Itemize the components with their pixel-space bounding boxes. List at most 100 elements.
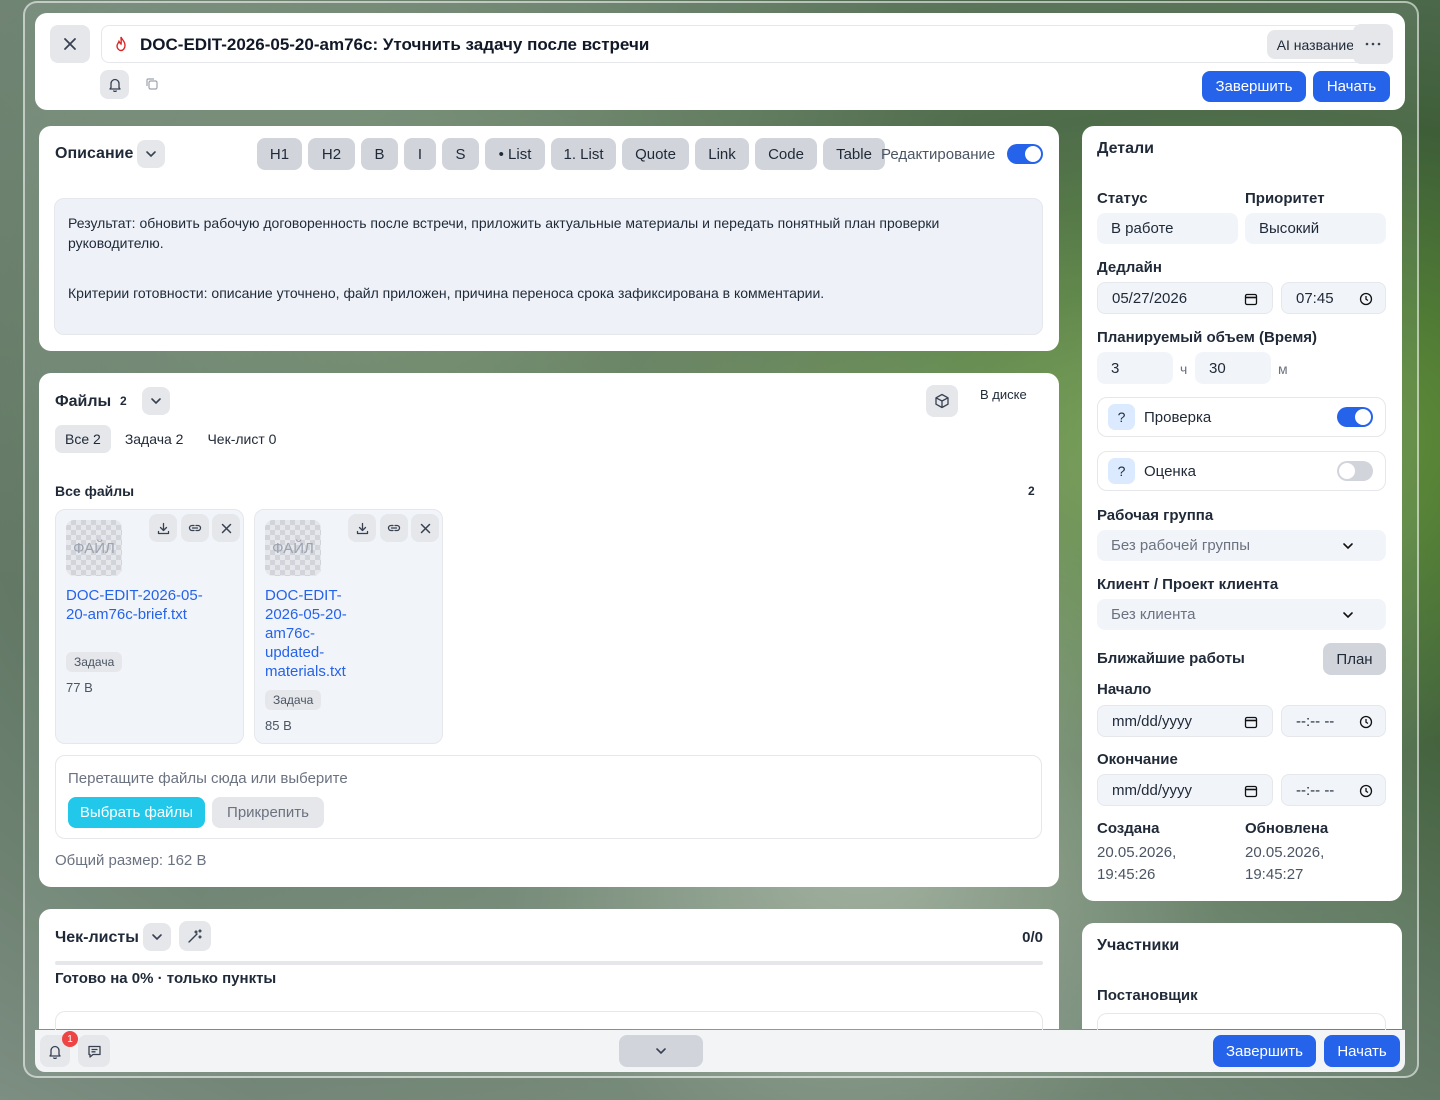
tab-all-files[interactable]: Все 2 bbox=[55, 425, 111, 453]
file-name-link[interactable]: DOC-EDIT-2026-05-20-am76c-brief.txt bbox=[66, 586, 206, 624]
files-panel: Файлы 2 В диске Все 2 Задача 2 Чек-лист … bbox=[39, 373, 1059, 887]
toolbar-h2-button[interactable]: H2 bbox=[308, 138, 355, 170]
toolbar-quote-button[interactable]: Quote bbox=[622, 138, 689, 170]
description-title: Описание bbox=[55, 145, 134, 162]
nearest-work-label: Ближайшие работы bbox=[1097, 650, 1245, 667]
magic-wand-icon bbox=[188, 929, 202, 943]
copy-link-button[interactable] bbox=[380, 514, 408, 542]
checklists-collapse-button[interactable] bbox=[143, 923, 171, 951]
disk-button[interactable] bbox=[926, 385, 958, 417]
notification-badge: 1 bbox=[62, 1031, 78, 1047]
file-dropzone[interactable]: Перетащите файлы сюда или выберите Выбра… bbox=[55, 755, 1042, 839]
all-files-heading: Все файлы bbox=[55, 483, 135, 499]
link-icon bbox=[188, 524, 202, 532]
details-title: Детали bbox=[1097, 140, 1155, 157]
toolbar-code-button[interactable]: Code bbox=[755, 138, 817, 170]
deadline-label: Дедлайн bbox=[1097, 259, 1162, 276]
copy-button[interactable] bbox=[145, 77, 159, 91]
ai-name-button[interactable]: AI название bbox=[1266, 30, 1364, 59]
end-time-input[interactable]: --:-- -- bbox=[1281, 774, 1386, 806]
description-paragraph: Критерии готовности: описание уточнено, … bbox=[68, 285, 825, 301]
client-value: Без клиента bbox=[1111, 606, 1196, 623]
bell-icon bbox=[108, 78, 121, 92]
group-value: Без рабочей группы bbox=[1111, 537, 1251, 554]
description-editor[interactable]: Результат: обновить рабочую договореннос… bbox=[54, 198, 1043, 335]
created-label: Создана bbox=[1097, 820, 1160, 837]
toolbar-table-button[interactable]: Table bbox=[823, 138, 885, 170]
check-option-row: ? Проверка bbox=[1097, 397, 1386, 437]
remove-file-button[interactable] bbox=[411, 514, 439, 542]
ai-generate-button[interactable] bbox=[179, 921, 211, 951]
checklists-counter: 0/0 bbox=[1022, 929, 1043, 946]
calendar-icon bbox=[1244, 716, 1258, 729]
deadline-time-input[interactable]: 07:45 bbox=[1281, 282, 1386, 314]
toolbar-bold-button[interactable]: B bbox=[361, 138, 398, 170]
rating-toggle[interactable] bbox=[1337, 461, 1373, 481]
bottom-bar: 1 Завершить Начать bbox=[35, 1030, 1405, 1072]
start-date-input[interactable]: mm/dd/yyyy bbox=[1097, 705, 1273, 737]
tab-task-files[interactable]: Задача 2 bbox=[115, 425, 194, 453]
tab-checklist-files[interactable]: Чек-лист 0 bbox=[197, 425, 286, 453]
toolbar-link-button[interactable]: Link bbox=[695, 138, 749, 170]
close-button[interactable] bbox=[50, 25, 90, 63]
volume-label: Планируемый объем (Время) bbox=[1097, 329, 1318, 346]
more-button[interactable] bbox=[1353, 24, 1393, 64]
deadline-date-input[interactable]: 05/27/2026 bbox=[1097, 282, 1273, 314]
download-icon bbox=[157, 522, 169, 534]
toolbar-h1-button[interactable]: H1 bbox=[257, 138, 302, 170]
plan-button[interactable]: План bbox=[1323, 643, 1386, 675]
chevron-down-icon bbox=[151, 398, 161, 405]
start-button-top[interactable]: Начать bbox=[1313, 71, 1390, 102]
rating-label: Оценка bbox=[1144, 463, 1196, 480]
end-time-value: --:-- -- bbox=[1296, 781, 1335, 799]
group-select[interactable]: Без рабочей группы bbox=[1097, 530, 1386, 561]
files-collapse-button[interactable] bbox=[142, 387, 170, 415]
chevron-down-icon bbox=[656, 1048, 666, 1055]
format-toolbar: H1 H2 B I S • List 1. List Quote Link Co… bbox=[257, 138, 891, 170]
checklist-progress-bar bbox=[55, 961, 1043, 965]
description-collapse-button[interactable] bbox=[137, 140, 165, 168]
start-time-input[interactable]: --:-- -- bbox=[1281, 705, 1386, 737]
file-name-link[interactable]: DOC-EDIT-2026-05-20-am76c-updated-materi… bbox=[265, 586, 365, 681]
edit-mode-toggle[interactable] bbox=[1007, 144, 1043, 164]
checklists-panel: Чек-листы 0/0 Готово на 0% · только пунк… bbox=[39, 909, 1059, 1031]
help-icon[interactable]: ? bbox=[1108, 404, 1135, 430]
file-card[interactable]: ФАЙЛ DOC-EDIT-2026-05-20-am76c-updated-m… bbox=[254, 509, 443, 744]
collapse-bar-button[interactable] bbox=[619, 1035, 703, 1067]
minutes-input[interactable]: 30 bbox=[1195, 352, 1271, 384]
attach-button[interactable]: Прикрепить bbox=[212, 797, 324, 828]
download-button[interactable] bbox=[348, 514, 376, 542]
participants-panel: Участники Постановщик bbox=[1082, 923, 1402, 1033]
close-icon bbox=[420, 523, 430, 533]
remove-file-button[interactable] bbox=[212, 514, 240, 542]
comments-button[interactable] bbox=[78, 1035, 110, 1067]
priority-select[interactable]: Высокий bbox=[1245, 213, 1386, 244]
help-icon[interactable]: ? bbox=[1108, 458, 1135, 484]
end-date-input[interactable]: mm/dd/yyyy bbox=[1097, 774, 1273, 806]
choose-files-button[interactable]: Выбрать файлы bbox=[68, 797, 205, 828]
client-select[interactable]: Без клиента bbox=[1097, 599, 1386, 630]
finish-button-top[interactable]: Завершить bbox=[1202, 71, 1306, 102]
start-button-bottom[interactable]: Начать bbox=[1324, 1035, 1400, 1067]
finish-button-bottom[interactable]: Завершить bbox=[1213, 1035, 1316, 1067]
hours-input[interactable]: 3 bbox=[1097, 352, 1173, 384]
created-value: 20.05.2026, 19:45:26 bbox=[1097, 844, 1177, 883]
file-card[interactable]: ФАЙЛ DOC-EDIT-2026-05-20-am76c-brief.txt… bbox=[55, 509, 244, 744]
status-label: Статус bbox=[1097, 190, 1148, 207]
end-label: Окончание bbox=[1097, 751, 1178, 768]
copy-link-button[interactable] bbox=[181, 514, 209, 542]
start-date-value: mm/dd/yyyy bbox=[1112, 712, 1193, 730]
file-scope-tag: Задача bbox=[265, 690, 322, 710]
title-field[interactable]: DOC-EDIT-2026-05-20-am76c: Уточнить зада… bbox=[101, 25, 1377, 63]
watch-button[interactable] bbox=[100, 70, 129, 99]
toolbar-numbered-list-button[interactable]: 1. List bbox=[551, 138, 616, 170]
toolbar-bullet-list-button[interactable]: • List bbox=[485, 138, 545, 170]
checklists-title: Чек-листы bbox=[55, 929, 139, 946]
check-toggle[interactable] bbox=[1337, 407, 1373, 427]
checklist-area bbox=[55, 1011, 1043, 1031]
toolbar-italic-button[interactable]: I bbox=[404, 138, 436, 170]
download-button[interactable] bbox=[149, 514, 177, 542]
status-select[interactable]: В работе bbox=[1097, 213, 1238, 244]
toolbar-strike-button[interactable]: S bbox=[442, 138, 479, 170]
files-title: Файлы bbox=[55, 393, 112, 410]
